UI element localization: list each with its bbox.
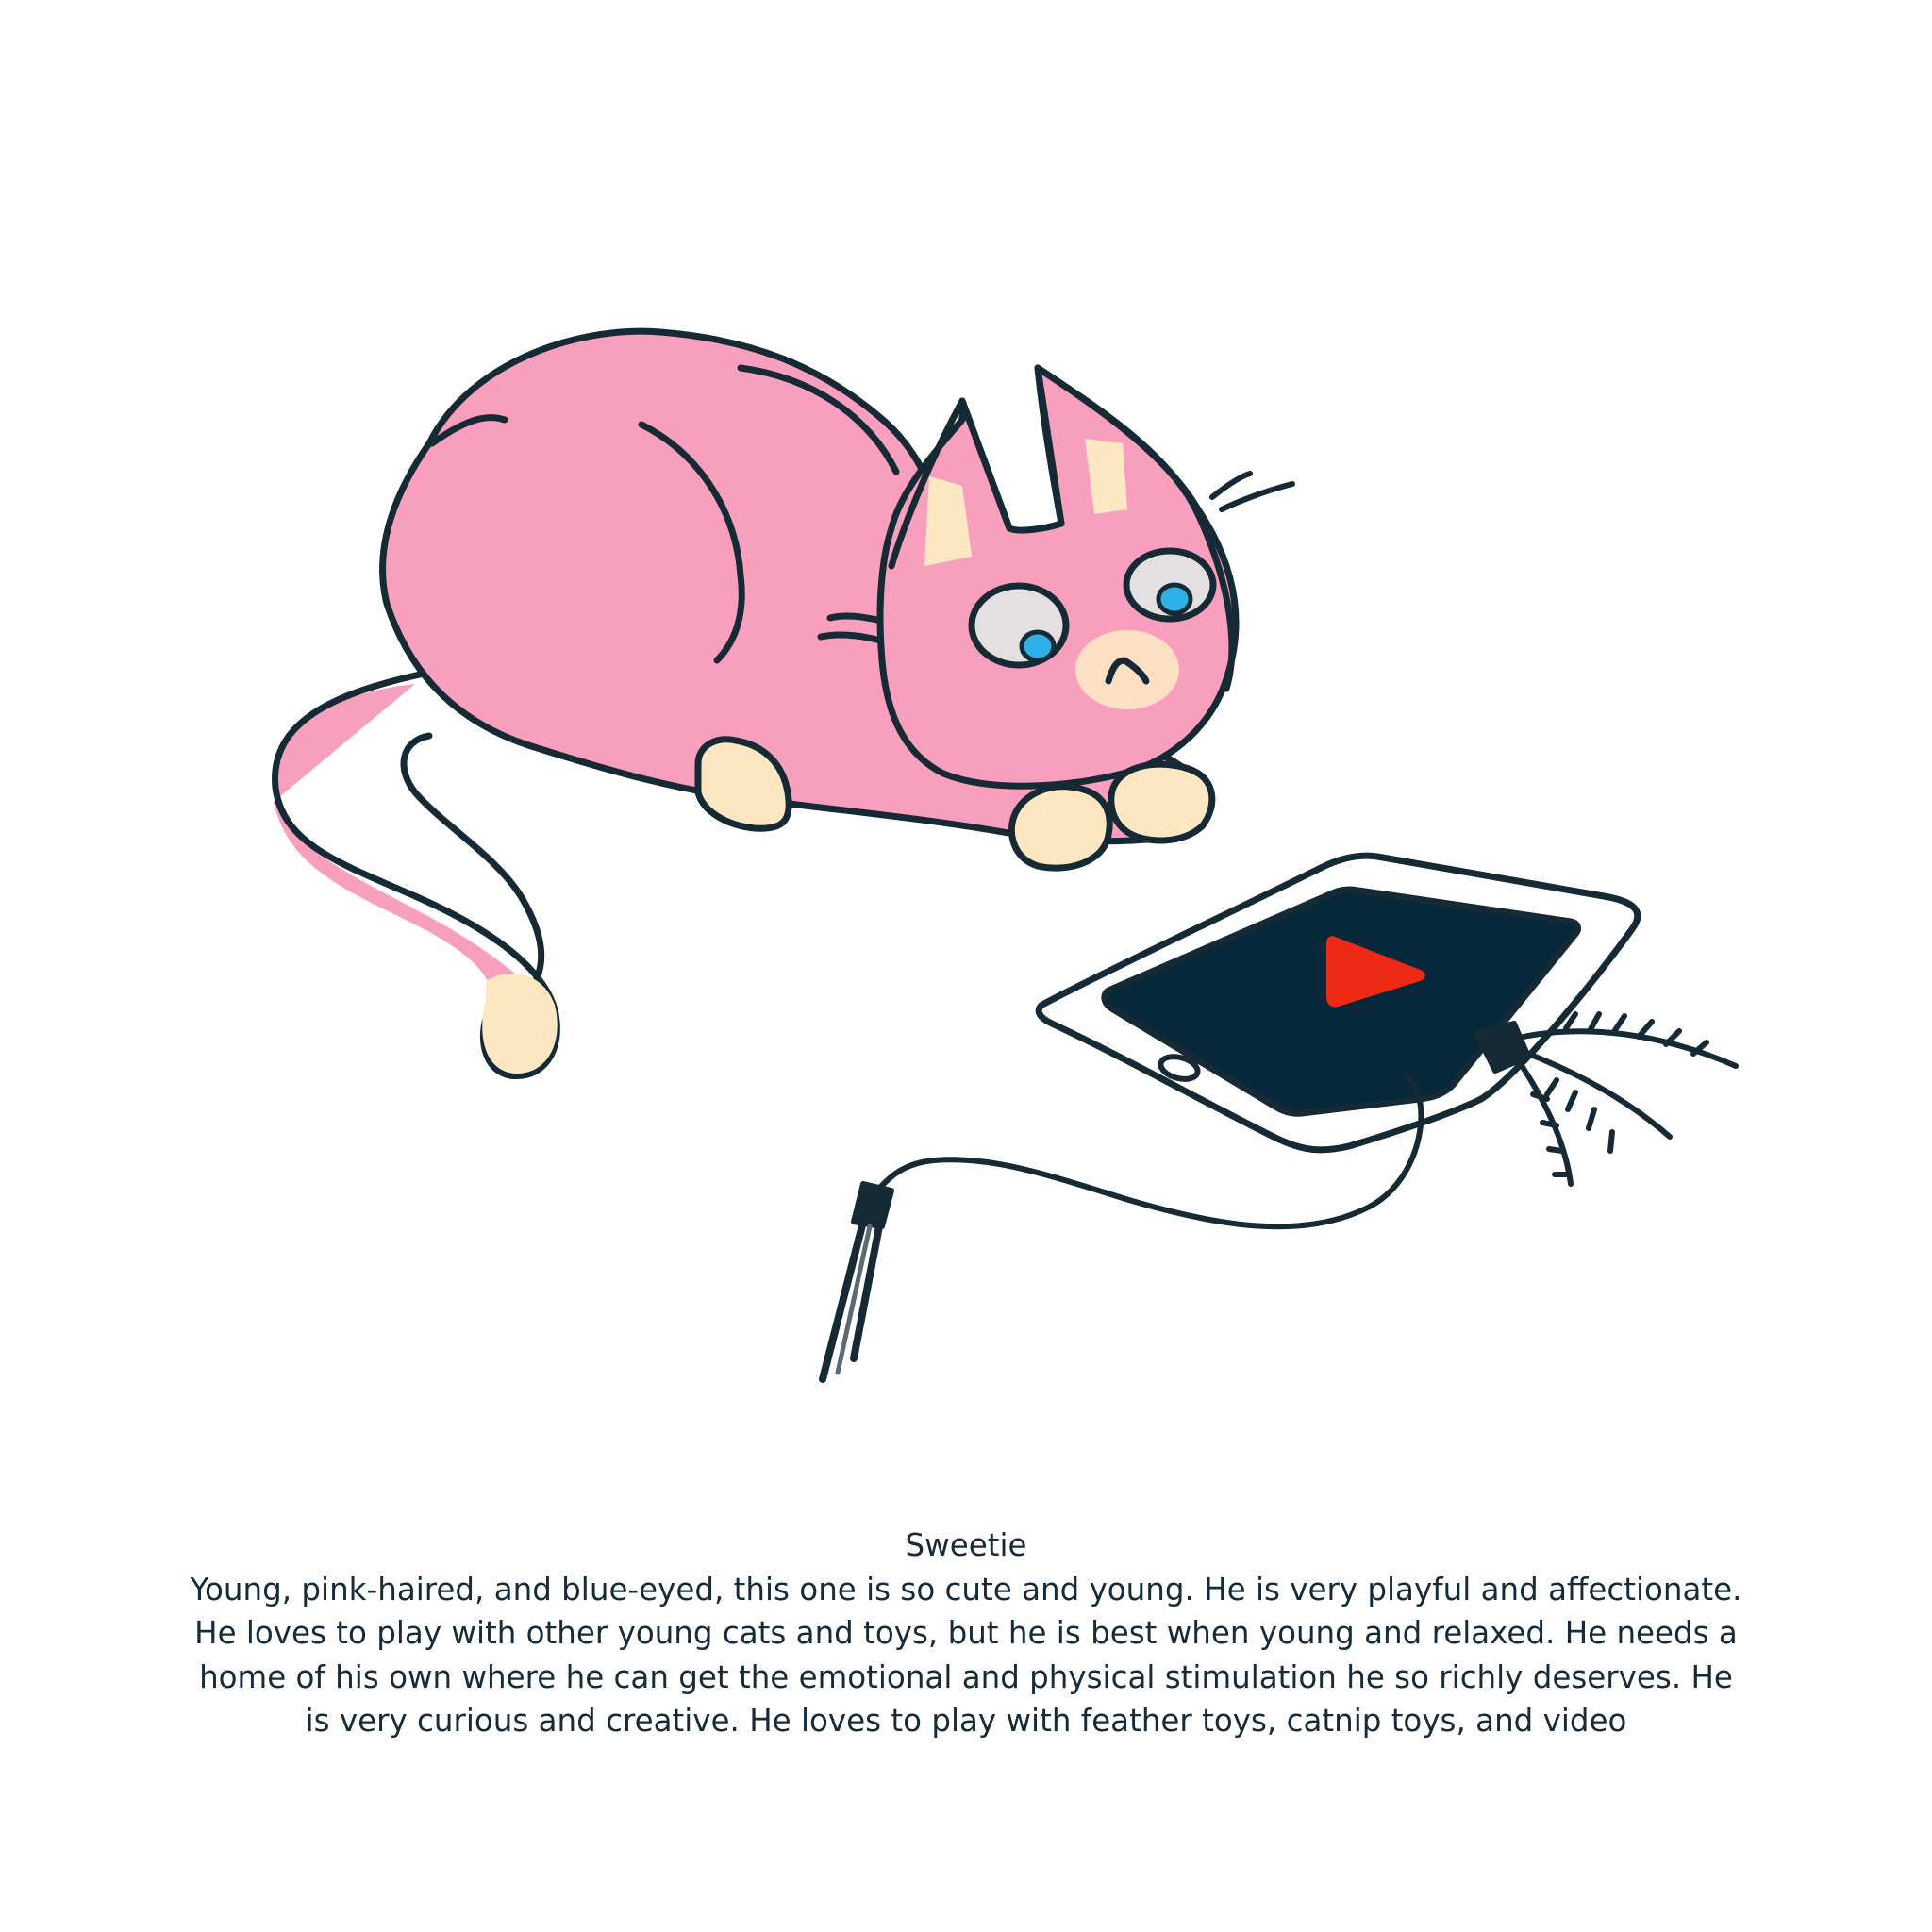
cat-iris-left <box>1019 629 1057 663</box>
cat-paw-front-left <box>1008 783 1113 872</box>
caption: Sweetie Young, pink-haired, and blue-eye… <box>189 1524 1743 1743</box>
cat-name: Sweetie <box>905 1527 1027 1563</box>
cat-with-tablet-drawing <box>272 327 1739 1383</box>
feather-toy <box>1474 1011 1739 1187</box>
illustration <box>0 0 1932 1453</box>
cat-muzzle <box>1075 630 1179 709</box>
cat-paw-front-right <box>1108 760 1216 844</box>
cat-whisker-1 <box>1209 471 1253 500</box>
cat-description: Young, pink-haired, and blue-eyed, this … <box>190 1571 1742 1740</box>
cat-iris-right <box>1156 582 1193 616</box>
cable-plug <box>851 1181 894 1229</box>
feather-leaves-3 <box>1530 1091 1569 1177</box>
cat-whisker-2 <box>1219 481 1295 512</box>
